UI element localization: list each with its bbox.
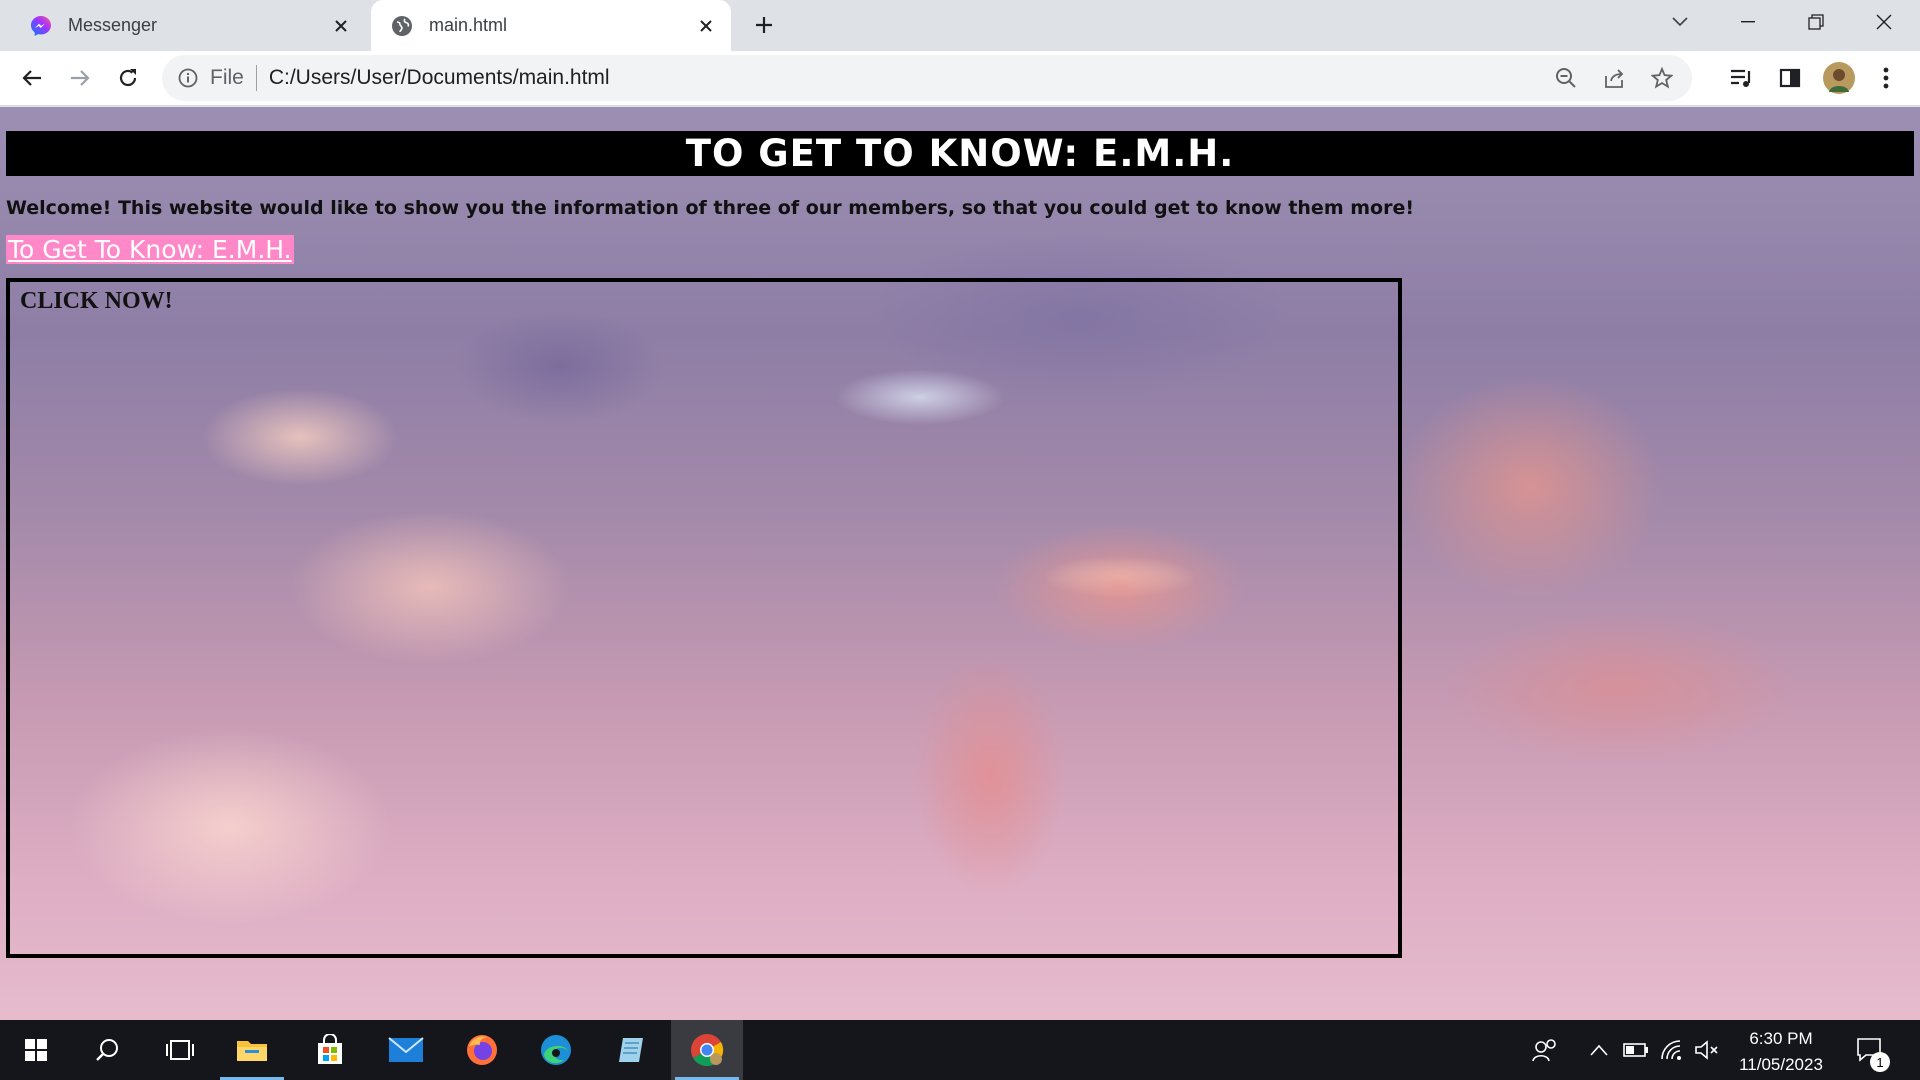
file-explorer-icon [237,1041,267,1061]
url-text[interactable]: C:/Users/User/Documents/main.html [269,66,1548,90]
battery-icon[interactable] [1622,1036,1650,1064]
people-icon[interactable] [1531,1036,1559,1064]
firefox-icon [467,1035,497,1065]
zoom-out-icon[interactable] [1548,60,1584,96]
clock-time: 6:30 PM [1749,1029,1813,1048]
menu-icon[interactable] [1868,60,1904,96]
address-bar[interactable]: File C:/Users/User/Documents/main.html [162,55,1692,101]
edge-icon [541,1035,571,1065]
omnibox-divider [255,65,257,91]
search-icon [96,1039,118,1061]
bookmark-star-icon[interactable] [1644,60,1680,96]
microsoft-store-button[interactable] [294,1020,366,1080]
mail-icon [388,1037,424,1062]
minimize-button[interactable] [1718,0,1778,44]
click-now-label: CLICK NOW! [20,288,173,314]
tab-search-button[interactable] [1650,0,1710,44]
notepad-button[interactable] [595,1020,667,1080]
click-now-box[interactable]: CLICK NOW! [6,278,1402,958]
edge-button[interactable] [520,1020,592,1080]
tab-main-html[interactable]: main.html [371,0,731,51]
file-explorer-button[interactable] [216,1020,288,1080]
system-clock[interactable]: 6:30 PM 11/05/2023 [1726,1026,1836,1078]
share-icon[interactable] [1596,60,1632,96]
tab-title: Messenger [68,15,158,35]
back-button[interactable] [14,60,50,96]
mail-button[interactable] [370,1020,442,1080]
chevron-up-icon[interactable] [1585,1036,1613,1064]
tab-messenger[interactable]: Messenger [10,0,366,51]
start-button[interactable] [0,1020,72,1080]
clock-date: 11/05/2023 [1739,1055,1823,1074]
tab-title: main.html [429,15,508,35]
messenger-icon [30,15,52,37]
forward-button[interactable] [62,60,98,96]
notification-badge: 1 [1870,1052,1890,1072]
close-tab-icon[interactable] [328,13,354,39]
close-window-button[interactable] [1854,0,1914,44]
wifi-icon[interactable] [1659,1036,1687,1064]
side-panel-icon[interactable] [1772,60,1808,96]
globe-icon [391,15,413,37]
reload-button[interactable] [110,60,146,96]
task-view-button[interactable] [144,1020,216,1080]
tab-strip: Messenger main.html [0,0,1920,51]
close-tab-icon[interactable] [693,13,719,39]
profile-avatar[interactable] [1821,60,1857,96]
browser-toolbar: File C:/Users/User/Documents/main.html [0,51,1920,106]
scheme-label: File [210,66,244,89]
taskbar: 6:30 PM 11/05/2023 1 [0,1020,1920,1080]
get-to-know-link[interactable]: To Get To Know: E.M.H. [6,235,294,264]
new-tab-button[interactable] [750,11,778,39]
web-page: TO GET TO KNOW: E.M.H. Welcome! This web… [0,107,1920,1020]
task-view-icon [166,1040,194,1060]
media-control-icon[interactable] [1723,60,1759,96]
restore-button[interactable] [1786,0,1846,44]
search-button[interactable] [72,1020,144,1080]
welcome-text: Welcome! This website would like to show… [6,197,1415,219]
chrome-icon [691,1034,724,1067]
firefox-button[interactable] [446,1020,518,1080]
microsoft-store-icon [318,1034,342,1064]
start-icon [25,1039,47,1061]
notepad-icon [619,1038,643,1062]
info-icon[interactable] [176,66,200,90]
chrome-button[interactable] [671,1020,743,1080]
page-title: TO GET TO KNOW: E.M.H. [6,131,1914,176]
volume-muted-icon[interactable] [1693,1036,1721,1064]
